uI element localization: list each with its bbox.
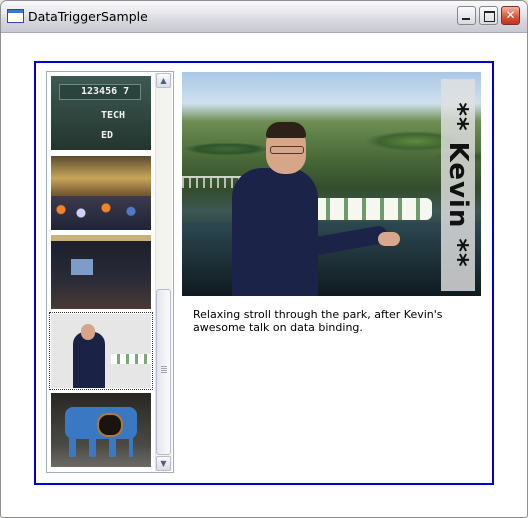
chevron-up-icon: ▲	[160, 76, 167, 85]
thumbnail-presentation-hall[interactable]	[51, 235, 151, 309]
scoreboard-text: 123456 7	[81, 86, 130, 97]
photo-person-body	[232, 168, 318, 296]
chevron-down-icon: ▼	[160, 459, 167, 468]
maximize-icon	[484, 11, 495, 22]
scoreboard-text: ED	[101, 130, 114, 141]
photo-person-hair	[266, 122, 306, 138]
swan-boats	[111, 354, 151, 364]
app-window-icon	[7, 9, 24, 23]
thumbnail-painted-cow[interactable]	[51, 393, 151, 467]
grip-icon	[161, 366, 167, 374]
close-icon: ✕	[505, 8, 516, 22]
scrollbar-thumb[interactable]	[156, 289, 171, 455]
scoreboard-text: TECH	[101, 110, 126, 121]
scroll-down-button[interactable]: ▼	[156, 456, 171, 471]
projection-screen	[71, 259, 93, 275]
name-overlay: ** Kevin **	[441, 79, 475, 291]
photo-caption: Relaxing stroll through the park, after …	[193, 308, 443, 334]
photo-person-hand	[378, 232, 400, 246]
thumbnail-audience-room[interactable]	[51, 156, 151, 230]
photo-swan-boats	[312, 198, 432, 220]
photo-person-glasses	[270, 146, 304, 154]
window-title: DataTriggerSample	[28, 9, 148, 24]
thumbnail-park-stroll[interactable]	[49, 312, 153, 390]
minimize-button[interactable]	[457, 6, 476, 25]
person-figure	[73, 332, 105, 388]
minimize-icon	[462, 18, 470, 20]
thumbnail-scoreboard[interactable]: 123456 7 TECH ED	[51, 76, 151, 150]
selected-photo	[182, 72, 481, 296]
cow-hole	[97, 413, 123, 437]
audience-image	[51, 196, 151, 230]
scroll-up-button[interactable]: ▲	[156, 73, 171, 88]
cow-legs	[69, 437, 133, 457]
person-head	[81, 324, 95, 340]
photo-listbox[interactable]: 123456 7 TECH ED ▲ ▼	[46, 71, 174, 473]
title-bar[interactable]: DataTriggerSample ✕	[1, 1, 527, 33]
maximize-button[interactable]	[479, 6, 498, 25]
close-button[interactable]: ✕	[501, 6, 520, 25]
hall-ceiling	[51, 235, 151, 241]
vertical-scrollbar[interactable]: ▲ ▼	[155, 73, 172, 471]
name-label: ** Kevin **	[443, 102, 473, 268]
